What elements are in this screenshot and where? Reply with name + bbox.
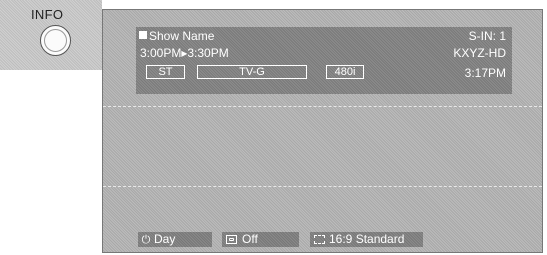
scan-line-divider	[103, 186, 542, 188]
info-button-label: INFO	[31, 7, 64, 22]
current-time: 3:17PM	[464, 66, 506, 80]
sleep-timer-label: Day	[154, 232, 176, 246]
status-bar: ⏻ Day Off 16:9 Standard	[138, 232, 423, 248]
sleep-timer-icon: ⏻	[141, 234, 151, 246]
tv-screen: Show Name 3:00PM▸3:30PM S-IN: 1 KXYZ-HD …	[102, 9, 543, 253]
input-indicator: S-IN: 1	[468, 29, 506, 43]
resolution-badge: 480i	[326, 65, 364, 79]
info-button[interactable]	[40, 25, 71, 56]
aspect-ratio-icon	[314, 235, 325, 244]
info-banner: Show Name 3:00PM▸3:30PM S-IN: 1 KXYZ-HD …	[136, 27, 512, 94]
closed-caption-icon	[226, 235, 237, 244]
closed-caption-label: Off	[242, 232, 258, 246]
scan-line-divider	[103, 106, 542, 108]
rating-badge: TV-G	[197, 65, 307, 79]
aspect-ratio-label: 16:9 Standard	[329, 232, 405, 246]
show-name: Show Name	[149, 29, 215, 43]
aspect-ratio-status: 16:9 Standard	[310, 232, 423, 247]
station-id: KXYZ-HD	[453, 46, 506, 60]
banner-marker-icon	[139, 31, 147, 39]
closed-caption-status: Off	[222, 232, 299, 247]
sleep-timer-status: ⏻ Day	[138, 232, 212, 247]
remote-control-panel: INFO	[0, 0, 102, 70]
time-range: 3:00PM▸3:30PM	[140, 46, 229, 60]
audio-mode-badge: ST	[146, 65, 185, 79]
